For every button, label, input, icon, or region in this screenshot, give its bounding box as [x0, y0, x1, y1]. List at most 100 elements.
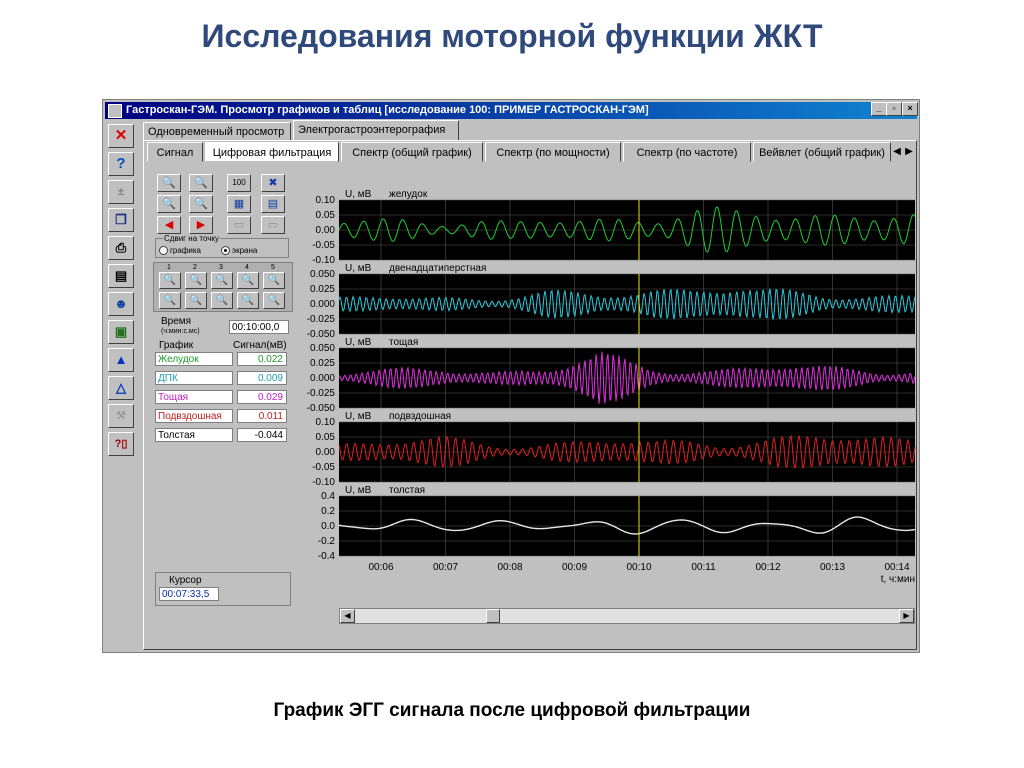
x-tick-label: 00:08	[497, 562, 522, 573]
zoom-out-x-icon[interactable]: 🔍	[189, 174, 213, 192]
zoom-out-y-icon[interactable]: 🔍	[189, 195, 213, 213]
cursor-label: Курсор	[169, 575, 202, 586]
zoom-in-level-5-icon[interactable]: 🔍	[263, 272, 285, 289]
level-digit: 5	[271, 264, 275, 271]
tab-wavelet-general[interactable]: Вейвлет (общий график)	[753, 142, 891, 162]
y-tick-label: 0.025	[310, 284, 335, 295]
grid-icon[interactable]: ▦	[227, 195, 251, 213]
time-label: Время	[161, 316, 192, 327]
signal-label: Желудок	[155, 352, 233, 366]
time-unit: (ч:мин:с.мс)	[161, 328, 200, 335]
chart-panel: U, мВ тощая 0.050 0.025 0.000 -0.025 -0.050	[307, 337, 916, 414]
series-label: двенадцатиперстная	[389, 263, 486, 274]
signal-label: ДПК	[155, 371, 233, 385]
arrow-left-icon[interactable]: ◀	[157, 216, 181, 234]
tab-spectrum-general[interactable]: Спектр (общий график)	[341, 142, 483, 162]
print-icon[interactable]: ⎙	[108, 236, 134, 260]
y-tick-label: -0.05	[312, 462, 335, 473]
user-icon[interactable]: ☻	[108, 292, 134, 316]
zoom-out-level-5-icon[interactable]: 🔍	[263, 292, 285, 309]
x-tick-label: 00:10	[626, 562, 651, 573]
help-icon[interactable]: ?	[108, 152, 134, 176]
level-digit: 1	[167, 264, 171, 271]
y-tick-label: 0.00	[316, 447, 336, 458]
level-digit: 3	[219, 264, 223, 271]
radio-screen[interactable]: экрана	[221, 246, 258, 256]
scroll-right-icon[interactable]: ▶	[899, 609, 914, 623]
tab-signal[interactable]: Сигнал	[147, 142, 203, 162]
minimize-button[interactable]: _	[871, 102, 887, 116]
zoom-in-y-icon[interactable]: 🔍	[157, 195, 181, 213]
x-tick-label: 00:07	[433, 562, 458, 573]
y-tick-label: 0.10	[316, 195, 336, 206]
zoom-in-level-4-icon[interactable]: 🔍	[237, 272, 259, 289]
tab-digital-filtering[interactable]: Цифровая фильтрация	[205, 142, 339, 162]
level-digit: 2	[193, 264, 197, 271]
tab-scroll-right-icon[interactable]: ▶	[903, 145, 915, 159]
y-tick-label: 0.0	[321, 521, 335, 532]
col-signal-header: Сигнал(мВ)	[233, 340, 287, 351]
time-value: 00:10:00,0	[229, 320, 289, 334]
zoom-in-x-icon[interactable]: 🔍	[157, 174, 181, 192]
zoom-in-level-3-icon[interactable]: 🔍	[211, 272, 233, 289]
x-tick-label: 00:14	[884, 562, 909, 573]
col-graph-header: График	[159, 340, 194, 351]
cursor-value: 00:07:33,5	[159, 587, 219, 601]
tab-spectrum-frequency[interactable]: Спектр (по частоте)	[623, 142, 751, 162]
y-tick-label: 0.050	[310, 343, 335, 354]
arrow-right-icon[interactable]: ▶	[189, 216, 213, 234]
tab-scroll-left-icon[interactable]: ◀	[891, 145, 903, 159]
radio-screen-label: экрана	[232, 246, 258, 255]
calculator-icon[interactable]: ±	[108, 180, 134, 204]
radio-graph-icon[interactable]	[159, 246, 168, 256]
close-button[interactable]: ×	[902, 102, 918, 116]
y-tick-label: 0.000	[310, 373, 335, 384]
signal-label: Подвздошная	[155, 409, 233, 423]
disabled-grid-icon[interactable]: ▭	[261, 216, 285, 234]
y-tick-label: 0.05	[316, 432, 336, 443]
maximize-button[interactable]: ▫	[886, 102, 902, 116]
disabled-tool-icon[interactable]: ⚒	[108, 404, 134, 428]
shift-group-label: Сдвиг на точку	[163, 234, 220, 243]
copy-icon[interactable]: ❐	[108, 208, 134, 232]
help-context-icon[interactable]: ?▯	[108, 432, 134, 456]
zoom-out-level-4-icon[interactable]: 🔍	[237, 292, 259, 309]
y-tick-label: 0.4	[321, 491, 335, 502]
x-tick-label: 00:06	[368, 562, 393, 573]
radio-screen-icon[interactable]	[221, 246, 230, 256]
scroll-left-icon[interactable]: ◀	[340, 609, 355, 623]
slide-title: Исследования моторной функции ЖКТ	[201, 18, 823, 54]
scroll-thumb[interactable]	[486, 609, 500, 623]
image-icon[interactable]: ▣	[108, 320, 134, 344]
y-tick-label: -0.025	[307, 314, 336, 325]
signal-value: 0.009	[237, 371, 287, 385]
y-unit-label: U, мВ	[345, 411, 372, 422]
window-titlebar[interactable]: Гастроскан-ГЭМ. Просмотр графиков и табл…	[105, 102, 917, 119]
zoom-in-level-1-icon[interactable]: 🔍	[159, 272, 181, 289]
zoom-in-level-2-icon[interactable]: 🔍	[185, 272, 207, 289]
tab-electrogastroenterography[interactable]: Электрогастроэнтерография	[293, 120, 459, 141]
printer-settings-icon[interactable]: ▤	[108, 264, 134, 288]
triangle-filled-icon[interactable]: ▲	[108, 348, 134, 372]
signal-label: Тощая	[155, 390, 233, 404]
series-label: подвздошная	[389, 411, 451, 422]
zoom-out-level-3-icon[interactable]: 🔍	[211, 292, 233, 309]
disabled-table-icon[interactable]: ▭	[227, 216, 251, 234]
horizontal-scrollbar[interactable]	[339, 608, 915, 624]
radio-graph[interactable]: графика	[159, 246, 201, 256]
tab-spectrum-power[interactable]: Спектр (по мощности)	[485, 142, 621, 162]
triangle-outline-icon[interactable]: △	[108, 376, 134, 400]
zoom-100-button[interactable]: 100	[227, 174, 251, 192]
close-icon[interactable]: ✕	[108, 124, 134, 148]
signal-label: Толстая	[155, 428, 233, 442]
y-tick-label: -0.2	[318, 536, 336, 547]
tab-simultaneous-view[interactable]: Одновременный просмотр	[143, 122, 291, 141]
zoom-reset-icon[interactable]: ✖	[261, 174, 285, 192]
filtered-signal-charts: U, мВ желудок 0.10 0.05 0.00 -0.05 -0.10 U, мВ д…	[307, 189, 916, 585]
y-tick-label: -0.025	[307, 388, 336, 399]
zoom-out-level-2-icon[interactable]: 🔍	[185, 292, 207, 309]
y-tick-label: -0.10	[312, 255, 335, 266]
y-tick-label: -0.10	[312, 477, 335, 488]
table-icon[interactable]: ▤	[261, 195, 285, 213]
zoom-out-level-1-icon[interactable]: 🔍	[159, 292, 181, 309]
